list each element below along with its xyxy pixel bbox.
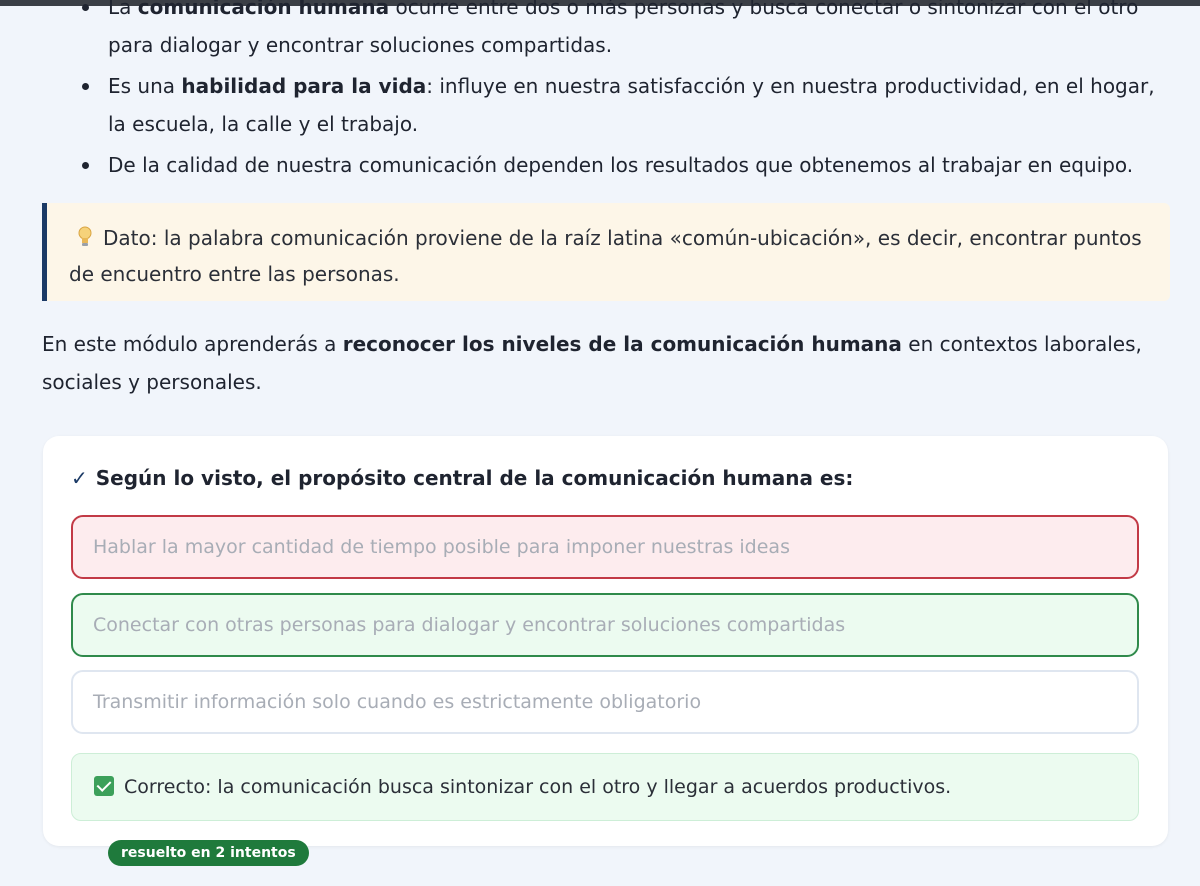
tip-text: Dato: la palabra comunicación proviene d… xyxy=(69,226,1142,286)
bullet-text: Es una xyxy=(108,74,182,98)
intro-text: En este módulo aprenderás a xyxy=(42,332,343,356)
quiz-option[interactable]: Transmitir información solo cuando es es… xyxy=(71,670,1139,734)
quiz-feedback: Correcto: la comunicación busca sintoniz… xyxy=(71,753,1139,866)
bullet-list: La comunicación humana ocurre entre dos … xyxy=(82,0,1168,187)
intro-paragraph: En este módulo aprenderás a reconocer lo… xyxy=(42,325,1142,401)
quiz-option-wrong[interactable]: Hablar la mayor cantidad de tiempo posib… xyxy=(71,515,1139,579)
list-item: La comunicación humana ocurre entre dos … xyxy=(82,0,1168,64)
bullet-icon xyxy=(82,83,89,90)
attempts-badge: resuelto en 2 intentos xyxy=(108,840,309,866)
quiz-option-correct[interactable]: Conectar con otras personas para dialoga… xyxy=(71,593,1139,657)
bullet-text: La xyxy=(108,0,138,19)
list-item: Es una habilidad para la vida: influye e… xyxy=(82,67,1168,143)
checkmark-icon: ✓ xyxy=(71,466,88,490)
list-item: De la calidad de nuestra comunicación de… xyxy=(82,146,1168,184)
intro-bold-text: reconocer los niveles de la comunicación… xyxy=(342,332,902,356)
lightbulb-icon xyxy=(77,223,93,246)
quiz-question: ✓ Según lo visto, el propósito central de… xyxy=(71,466,853,490)
checkbox-checked-icon xyxy=(94,776,114,796)
feedback-text: Correcto: la comunicación busca sintoniz… xyxy=(124,776,952,798)
quiz-card: ✓ Según lo visto, el propósito central de… xyxy=(43,436,1168,866)
bullet-text: De la calidad de nuestra comunicación de… xyxy=(108,153,1134,177)
bullet-bold-text: comunicación humana xyxy=(137,0,390,19)
bullet-icon xyxy=(82,162,89,169)
tip-callout: Dato: la palabra comunicación proviene d… xyxy=(42,203,1170,301)
question-text: Según lo visto, el propósito central de … xyxy=(95,466,854,490)
bullet-icon xyxy=(82,4,89,11)
bullet-bold-text: habilidad para la vida xyxy=(181,74,427,98)
